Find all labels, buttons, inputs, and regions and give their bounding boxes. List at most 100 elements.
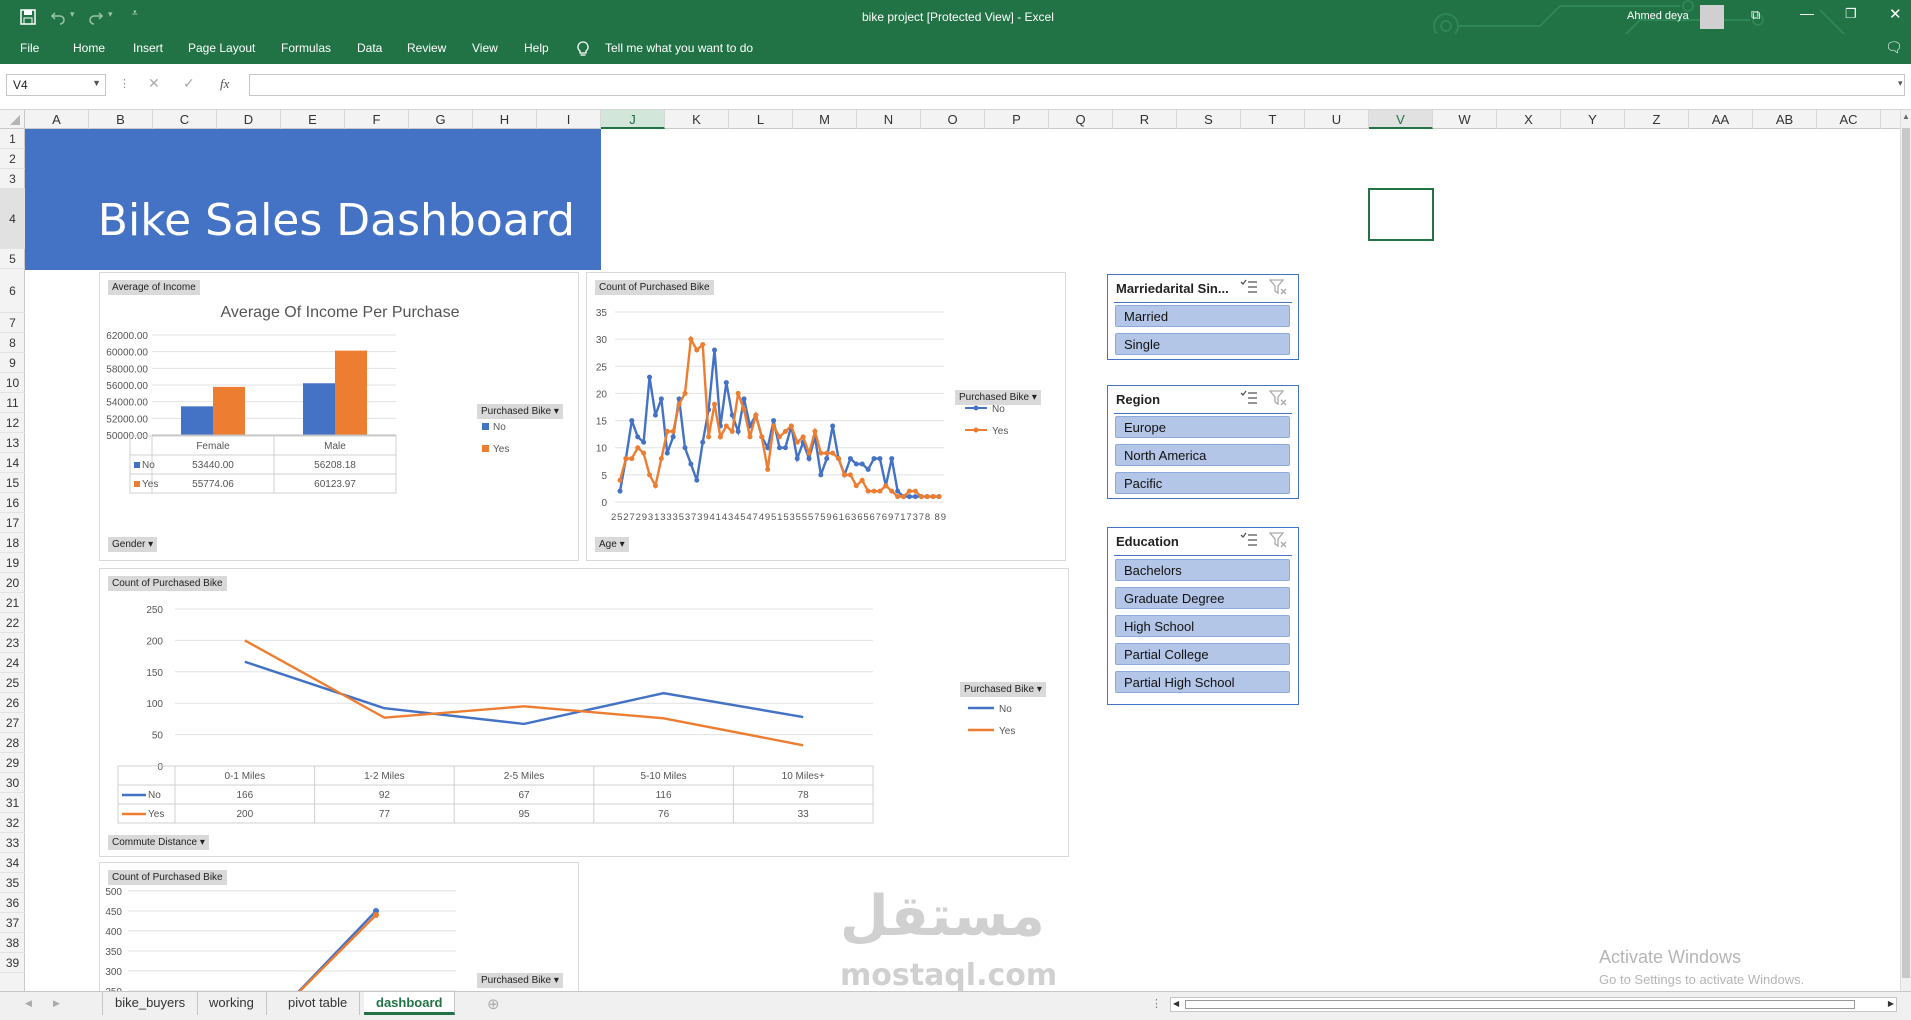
- row-header[interactable]: 6: [0, 269, 25, 313]
- scroll-up-icon[interactable]: ▲: [1902, 112, 1910, 121]
- slicer-education[interactable]: Education Bachelors Graduate Degree High…: [1107, 527, 1299, 705]
- row-header[interactable]: 38: [0, 933, 25, 953]
- minimize-icon[interactable]: —: [1800, 5, 1814, 21]
- column-header[interactable]: G: [409, 110, 473, 129]
- row-header[interactable]: 16: [0, 493, 25, 513]
- income-chart[interactable]: Average of Income Average Of Income Per …: [99, 272, 579, 561]
- column-header[interactable]: Y: [1561, 110, 1625, 129]
- vertical-scrollbar[interactable]: ▲: [1900, 110, 1911, 991]
- row-header[interactable]: 30: [0, 773, 25, 793]
- row-header[interactable]: 22: [0, 613, 25, 633]
- redo-dropdown-icon[interactable]: ▾: [108, 9, 113, 20]
- tab-data[interactable]: Data: [357, 41, 382, 55]
- column-header[interactable]: E: [281, 110, 345, 129]
- restore-icon[interactable]: ❐: [1845, 6, 1857, 22]
- multi-select-icon[interactable]: [1240, 279, 1258, 295]
- horizontal-scrollbar[interactable]: ◀ ▶: [1170, 997, 1897, 1012]
- column-header[interactable]: O: [921, 110, 985, 129]
- row-header[interactable]: 15: [0, 473, 25, 493]
- row-header[interactable]: 36: [0, 893, 25, 913]
- fourth-chart[interactable]: Count of Purchased Bike 5004504003503002…: [99, 862, 579, 991]
- column-header[interactable]: Q: [1049, 110, 1113, 129]
- row-header[interactable]: 39: [0, 953, 25, 973]
- row-header[interactable]: 34: [0, 853, 25, 873]
- multi-select-icon[interactable]: [1240, 390, 1258, 406]
- clear-filter-icon[interactable]: [1269, 390, 1287, 406]
- slicer-item-north-america[interactable]: North America: [1115, 444, 1290, 466]
- row-header[interactable]: 5: [0, 249, 25, 269]
- age-chart[interactable]: Count of Purchased Bike 35 30 25 20 15 10 5 0 25…: [586, 272, 1066, 561]
- clear-filter-icon[interactable]: [1269, 279, 1287, 295]
- column-header[interactable]: J: [601, 110, 665, 129]
- column-header[interactable]: F: [345, 110, 409, 129]
- cancel-icon[interactable]: ✕: [148, 75, 160, 92]
- column-header[interactable]: V: [1369, 110, 1433, 129]
- row-header[interactable]: 21: [0, 593, 25, 613]
- tab-page-layout[interactable]: Page Layout: [188, 41, 255, 55]
- column-header[interactable]: S: [1177, 110, 1241, 129]
- row-header[interactable]: 32: [0, 813, 25, 833]
- undo-icon[interactable]: [50, 9, 66, 25]
- row-header[interactable]: 29: [0, 753, 25, 773]
- column-header[interactable]: W: [1433, 110, 1497, 129]
- column-header[interactable]: AC: [1817, 110, 1881, 129]
- slicer-region[interactable]: Region Europe North America Pacific: [1107, 385, 1299, 499]
- expand-formula-bar-icon[interactable]: ▾: [1898, 78, 1903, 89]
- slicer-item-partial-college[interactable]: Partial College: [1115, 643, 1290, 665]
- column-header[interactable]: AB: [1753, 110, 1817, 129]
- worksheet-grid[interactable]: Bike Sales Dashboard Average of Income A…: [25, 129, 1900, 991]
- sheet-tab-working[interactable]: working: [197, 992, 267, 1015]
- column-header[interactable]: AA: [1689, 110, 1753, 129]
- column-header[interactable]: H: [473, 110, 537, 129]
- row-header[interactable]: 1: [0, 129, 25, 149]
- row-header[interactable]: 28: [0, 733, 25, 753]
- slicer-marital[interactable]: Marriedarital Sin... Married Single: [1107, 274, 1299, 360]
- column-header[interactable]: R: [1113, 110, 1177, 129]
- tab-view[interactable]: View: [472, 41, 498, 55]
- column-header[interactable]: Z: [1625, 110, 1689, 129]
- row-header[interactable]: 9: [0, 353, 25, 373]
- chevron-down-icon[interactable]: ▼: [92, 78, 101, 88]
- undo-dropdown-icon[interactable]: ▾: [70, 9, 75, 20]
- row-header[interactable]: 18: [0, 533, 25, 553]
- row-header[interactable]: 12: [0, 413, 25, 433]
- scroll-thumb[interactable]: [1902, 128, 1910, 978]
- next-sheet-icon[interactable]: ▶: [53, 998, 60, 1009]
- row-header[interactable]: 26: [0, 693, 25, 713]
- customize-qat-icon[interactable]: ⩡: [132, 8, 138, 19]
- column-header[interactable]: T: [1241, 110, 1305, 129]
- column-header[interactable]: P: [985, 110, 1049, 129]
- row-header[interactable]: 13: [0, 433, 25, 453]
- sheet-tab-pivot-table[interactable]: pivot table: [276, 992, 361, 1015]
- sheet-tab-dashboard[interactable]: dashboard: [364, 992, 456, 1015]
- slicer-item-married[interactable]: Married: [1115, 305, 1290, 327]
- insert-function-icon[interactable]: fx: [220, 76, 229, 92]
- prev-sheet-icon[interactable]: ◀: [25, 998, 32, 1009]
- field-button-gender[interactable]: Gender ▾: [108, 537, 158, 552]
- row-header[interactable]: 37: [0, 913, 25, 933]
- field-button-age[interactable]: Age ▾: [595, 537, 629, 552]
- save-icon[interactable]: [20, 9, 36, 25]
- name-box[interactable]: V4 ▼: [6, 74, 106, 96]
- slicer-item-partial-high-school[interactable]: Partial High School: [1115, 671, 1290, 693]
- comments-icon[interactable]: 🗨: [1885, 39, 1903, 56]
- row-header[interactable]: 31: [0, 793, 25, 813]
- sheet-tab-bike-buyers[interactable]: bike_buyers: [102, 992, 199, 1015]
- legend-filter-button[interactable]: Purchased Bike ▾: [477, 973, 563, 988]
- ribbon-display-options-icon[interactable]: ⧉: [1751, 7, 1760, 23]
- column-header[interactable]: K: [665, 110, 729, 129]
- row-header[interactable]: 2: [0, 149, 25, 169]
- slicer-item-europe[interactable]: Europe: [1115, 416, 1290, 438]
- select-all-corner[interactable]: [0, 110, 25, 129]
- scroll-left-icon[interactable]: ◀: [1173, 999, 1179, 1008]
- row-header[interactable]: 25: [0, 673, 25, 693]
- row-header[interactable]: 11: [0, 393, 25, 413]
- legend-filter-button[interactable]: Purchased Bike ▾: [477, 404, 563, 419]
- row-header[interactable]: 14: [0, 453, 25, 473]
- row-header[interactable]: 3: [0, 169, 25, 189]
- legend-filter-button[interactable]: Purchased Bike ▾: [960, 682, 1046, 697]
- tab-home[interactable]: Home: [73, 41, 105, 55]
- column-header[interactable]: U: [1305, 110, 1369, 129]
- row-header[interactable]: 8: [0, 333, 25, 353]
- formula-input[interactable]: [249, 74, 1905, 96]
